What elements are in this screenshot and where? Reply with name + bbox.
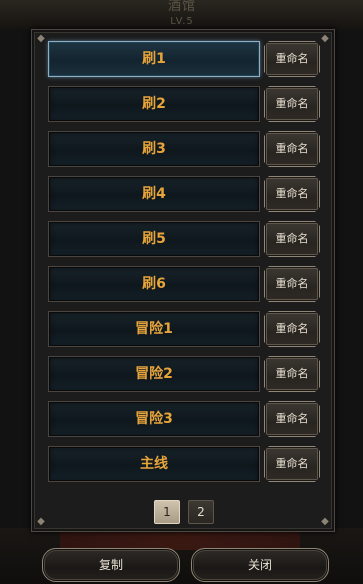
slot-button-7[interactable]: 冒险1 — [48, 311, 260, 347]
rename-button-1[interactable]: 重命名 — [264, 41, 320, 77]
slot-row: 刷4 重命名 — [48, 176, 322, 212]
corner-ornament-icon: ◆ — [37, 516, 45, 527]
slot-button-2[interactable]: 刷2 — [48, 86, 260, 122]
slot-row: 冒险2 重命名 — [48, 356, 322, 392]
slot-button-3[interactable]: 刷3 — [48, 131, 260, 167]
slot-button-9[interactable]: 冒险3 — [48, 401, 260, 437]
page-button-2[interactable]: 2 — [188, 500, 214, 524]
page-button-1[interactable]: 1 — [154, 500, 180, 524]
slot-row: 刷6 重命名 — [48, 266, 322, 302]
corner-ornament-icon: ◆ — [321, 516, 329, 527]
background-title-text: 酒馆 — [167, 0, 196, 14]
rename-button-3[interactable]: 重命名 — [264, 131, 320, 167]
slot-button-6[interactable]: 刷6 — [48, 266, 260, 302]
slot-button-5[interactable]: 刷5 — [48, 221, 260, 257]
close-button[interactable]: 关闭 — [191, 548, 329, 582]
slot-button-10[interactable]: 主线 — [48, 446, 260, 482]
slot-row: 冒险3 重命名 — [48, 401, 322, 437]
rename-button-10[interactable]: 重命名 — [264, 446, 320, 482]
rename-button-2[interactable]: 重命名 — [264, 86, 320, 122]
copy-button[interactable]: 复制 — [42, 548, 180, 582]
rename-button-5[interactable]: 重命名 — [264, 221, 320, 257]
slot-button-4[interactable]: 刷4 — [48, 176, 260, 212]
rename-button-7[interactable]: 重命名 — [264, 311, 320, 347]
slot-row: 刷5 重命名 — [48, 221, 322, 257]
slot-button-1[interactable]: 刷1 — [48, 41, 260, 77]
slot-row: 刷1 重命名 — [48, 41, 322, 77]
slot-row: 刷2 重命名 — [48, 86, 322, 122]
rename-button-4[interactable]: 重命名 — [264, 176, 320, 212]
corner-ornament-icon: ◆ — [37, 33, 45, 44]
rename-button-6[interactable]: 重命名 — [264, 266, 320, 302]
slot-row: 冒险1 重命名 — [48, 311, 322, 347]
background-level-text: LV.5 — [170, 16, 194, 27]
background-title: 酒馆 LV.5 — [142, 0, 222, 28]
rename-button-8[interactable]: 重命名 — [264, 356, 320, 392]
slot-row: 主线 重命名 — [48, 446, 322, 482]
slot-row: 刷3 重命名 — [48, 131, 322, 167]
slot-button-8[interactable]: 冒险2 — [48, 356, 260, 392]
rename-button-9[interactable]: 重命名 — [264, 401, 320, 437]
